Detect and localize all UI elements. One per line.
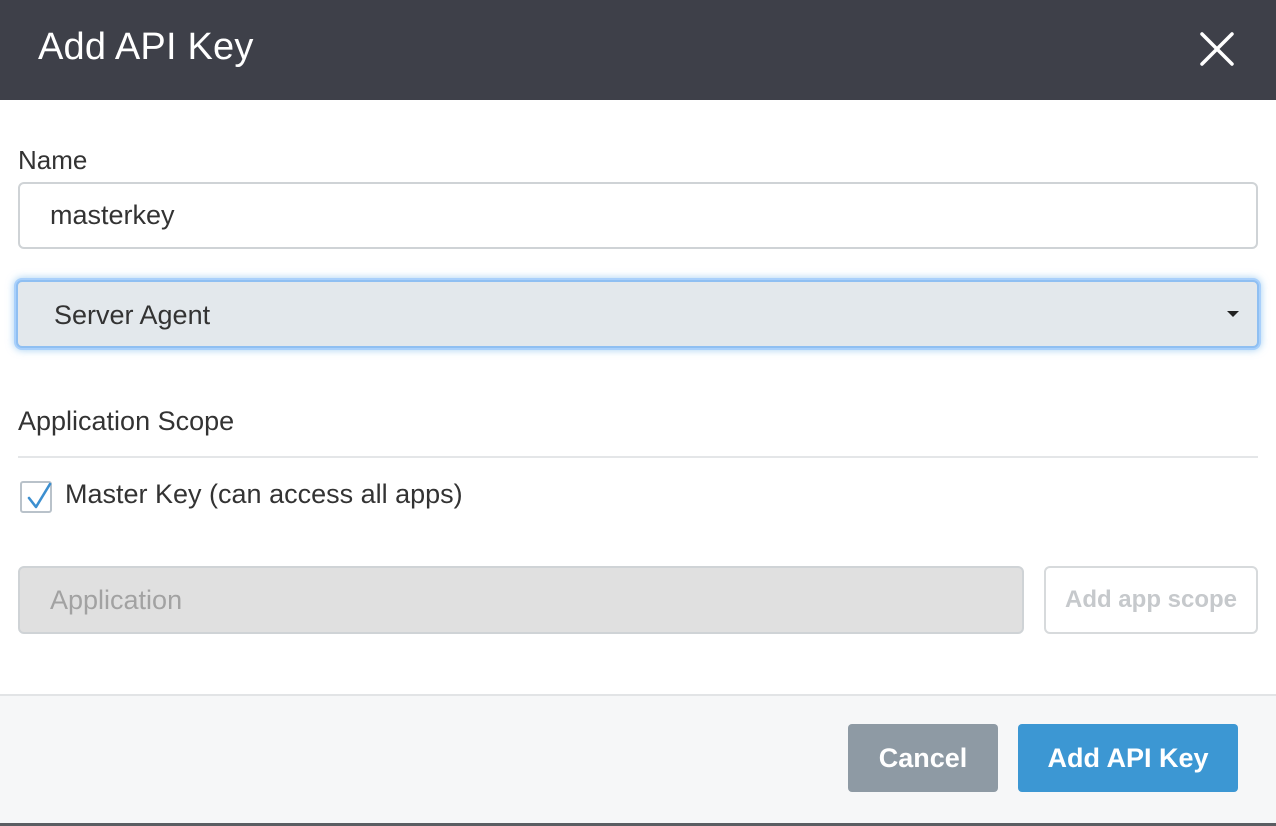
name-input[interactable] [18,182,1258,249]
close-button[interactable] [1192,24,1242,74]
divider [18,456,1258,458]
modal-header: Add API Key [0,0,1276,100]
cancel-button[interactable]: Cancel [848,724,998,792]
caret-down-icon [1227,311,1239,317]
modal-title: Add API Key [38,26,254,68]
add-api-key-modal: Add API Key Name Server Agent Applicatio… [0,0,1276,826]
application-input[interactable] [18,566,1024,634]
checkmark-icon [27,482,52,509]
master-key-label: Master Key (can access all apps) [65,479,463,509]
master-key-checkbox[interactable] [20,481,52,513]
add-api-key-button[interactable]: Add API Key [1018,724,1238,792]
application-scope-heading: Application Scope [18,406,235,436]
key-type-select[interactable]: Server Agent [16,280,1259,348]
name-label: Name [18,145,88,175]
close-icon [1200,32,1234,66]
key-type-select-value: Server Agent [54,300,211,330]
add-app-scope-button[interactable]: Add app scope [1044,566,1258,634]
